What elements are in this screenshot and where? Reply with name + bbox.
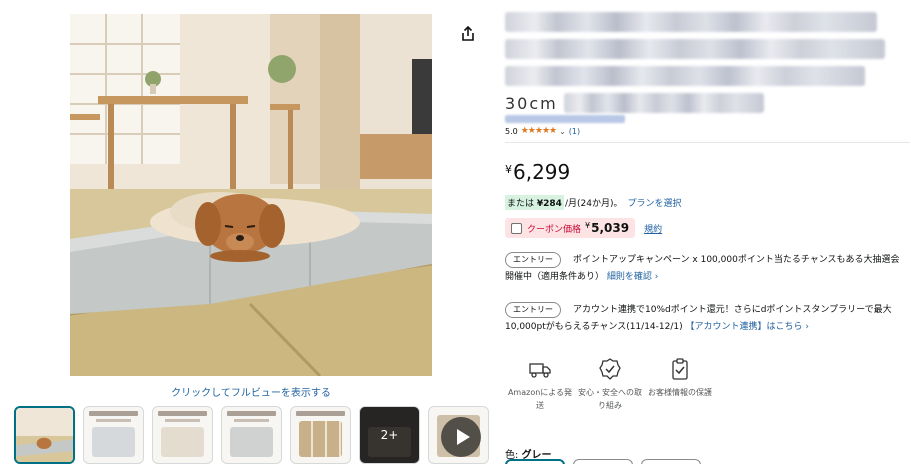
fullview-link[interactable]: クリックしてフルビューを表示する: [70, 384, 432, 399]
product-title: 30cm: [505, 12, 895, 123]
price: ¥6,299: [505, 160, 570, 184]
color-swatch[interactable]: [505, 459, 565, 464]
feature-safety[interactable]: 安心・安全への取り組み: [575, 358, 645, 412]
thumbnail-strip: 2+: [14, 406, 489, 464]
rating-row[interactable]: 5.0 ★★★★★ ⌄ (1): [505, 126, 580, 136]
feature-label: お客様情報の保護: [648, 388, 712, 397]
details-link[interactable]: 細則を確認: [607, 272, 652, 282]
chevron-right-icon[interactable]: ›: [803, 322, 809, 332]
title-line-blurred: [505, 66, 865, 86]
thumbnail-main[interactable]: [14, 406, 75, 464]
review-count-link[interactable]: (1): [569, 127, 580, 136]
feature-label: 安心・安全への取り組み: [578, 388, 642, 410]
installment-row: または ¥284 /月(24か月)。 プランを選択: [505, 195, 681, 210]
coupon-currency: ¥: [585, 221, 591, 230]
share-icon[interactable]: [459, 25, 477, 43]
coupon-amount: 5,039: [591, 221, 630, 235]
title-visible-fragment: 30cm: [505, 93, 558, 113]
color-swatch[interactable]: [641, 459, 701, 464]
divider: [505, 142, 910, 143]
store-link-blurred[interactable]: [505, 115, 625, 123]
color-swatches: [505, 459, 701, 464]
thumbnail-video[interactable]: [428, 406, 489, 464]
truck-icon: [529, 363, 551, 378]
coupon-toggle[interactable]: クーポン価格 ¥5,039: [505, 218, 636, 238]
chevron-down-icon[interactable]: ⌄: [559, 127, 566, 136]
title-line-blurred: [563, 93, 764, 113]
installment-badge: または ¥284: [505, 195, 564, 210]
installment-suffix: /月(24か月)。: [564, 199, 623, 209]
promo-campaign: エントリー ポイントアップキャンペーン x 100,000ポイント当たるチャンスも…: [505, 252, 905, 286]
feature-amazon-shipping[interactable]: Amazonによる発送: [505, 358, 575, 412]
feature-label: Amazonによる発送: [507, 388, 573, 410]
coupon-checkbox[interactable]: [511, 222, 522, 234]
account-link[interactable]: 【アカウント連携】はこちら: [686, 322, 803, 332]
coupon-row: クーポン価格 ¥5,039 規約: [505, 218, 662, 238]
thumbnail-2[interactable]: [83, 406, 144, 464]
title-line-blurred: [505, 39, 885, 59]
clipboard-check-icon: [672, 358, 688, 380]
rating-value: 5.0: [505, 126, 518, 136]
promo-text: ポイントアップキャンペーン x 100,000ポイント当たるチャンスもある大抽選…: [505, 255, 900, 282]
coupon-price: ¥5,039: [585, 221, 629, 235]
more-images-count: 2+: [360, 407, 419, 463]
thumbnail-6[interactable]: 2+: [359, 406, 420, 464]
entry-button[interactable]: エントリー: [505, 302, 561, 318]
thumbnail-3[interactable]: [152, 406, 213, 464]
title-line-blurred: [505, 12, 877, 32]
trust-features: Amazonによる発送 安心・安全への取り組み お客様情報の保護: [505, 358, 715, 412]
color-swatch[interactable]: [573, 459, 633, 464]
main-product-image[interactable]: [70, 14, 432, 376]
price-currency: ¥: [505, 163, 512, 176]
installment-monthly: ¥284: [536, 199, 562, 209]
product-photo: [70, 14, 432, 376]
thumbnail-4[interactable]: [221, 406, 282, 464]
select-plan-link[interactable]: プランを選択: [627, 196, 681, 209]
chevron-right-icon[interactable]: ›: [652, 272, 659, 282]
play-icon[interactable]: [441, 417, 481, 457]
entry-button[interactable]: エントリー: [505, 252, 561, 268]
coupon-terms-link[interactable]: 規約: [644, 222, 662, 235]
thumbnail-5[interactable]: [290, 406, 351, 464]
installment-prefix: または: [507, 199, 535, 209]
badge-check-icon: [599, 358, 621, 380]
price-amount: 6,299: [513, 160, 571, 184]
promo-account-link: エントリー アカウント連携で10%dポイント還元！さらにdポイントスタンプラリーで…: [505, 302, 905, 336]
star-rating-icon[interactable]: ★★★★★: [521, 126, 557, 136]
coupon-label: クーポン価格: [527, 224, 582, 235]
feature-privacy[interactable]: お客様情報の保護: [645, 358, 715, 412]
